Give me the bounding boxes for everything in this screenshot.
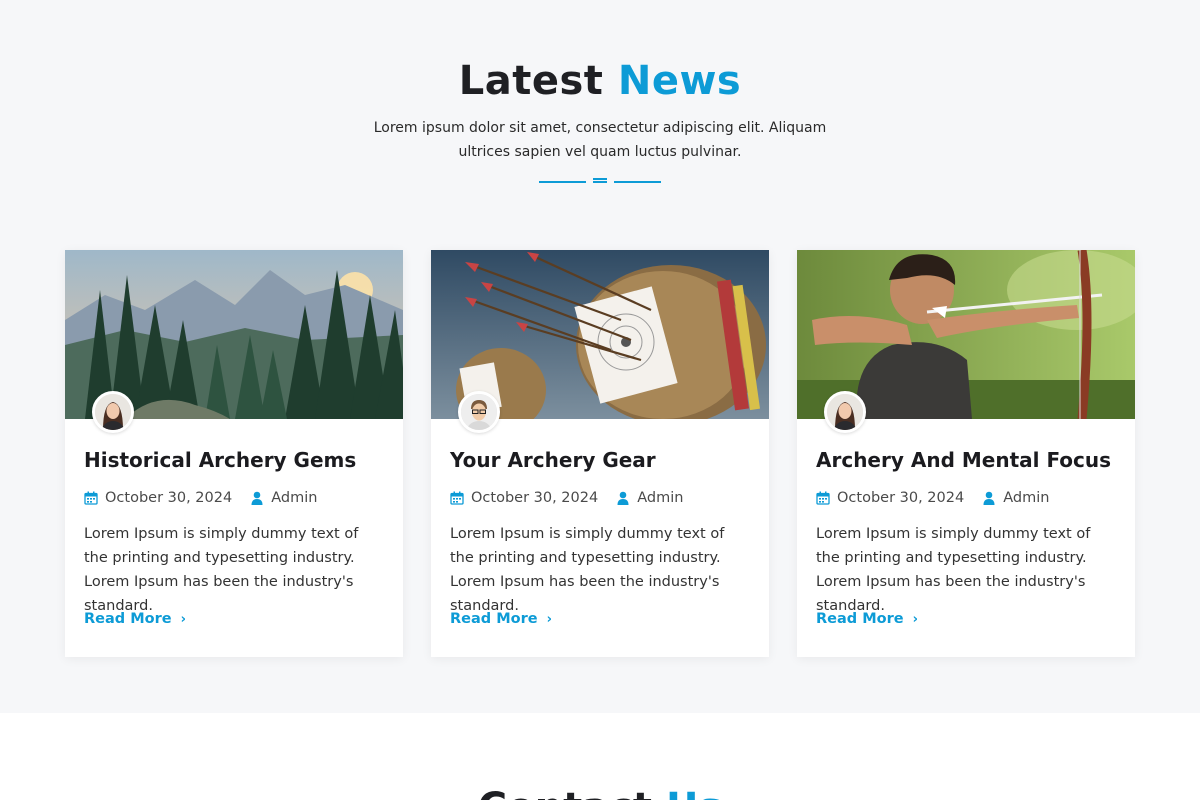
post-date: October 30, 2024 bbox=[105, 490, 233, 506]
heading-accent: News bbox=[617, 58, 742, 104]
read-more-link[interactable]: Read More › bbox=[816, 611, 918, 627]
post-title[interactable]: Historical Archery Gems bbox=[84, 448, 356, 472]
post-meta: October 30, 2024 Admin bbox=[816, 490, 1049, 506]
read-more-label: Read More bbox=[816, 611, 904, 627]
post-title[interactable]: Archery And Mental Focus bbox=[816, 448, 1111, 472]
read-more-label: Read More bbox=[450, 611, 538, 627]
calendar-icon bbox=[84, 491, 98, 505]
post-excerpt: Lorem Ipsum is simply dummy text of the … bbox=[84, 526, 359, 614]
post-date: October 30, 2024 bbox=[471, 490, 599, 506]
news-card: Your Archery Gear October 30, 2024 Admin… bbox=[431, 250, 769, 657]
section-intro: Lorem ipsum dolor sit amet, consectetur … bbox=[373, 120, 827, 160]
heading-main: Latest bbox=[458, 58, 604, 104]
contact-section: Contact Us bbox=[0, 713, 1200, 800]
calendar-icon bbox=[816, 491, 830, 505]
contact-heading-main: Contact bbox=[478, 785, 652, 800]
post-date: October 30, 2024 bbox=[837, 490, 965, 506]
news-card: Historical Archery Gems October 30, 2024… bbox=[65, 250, 403, 657]
user-icon bbox=[617, 491, 629, 505]
post-excerpt: Lorem Ipsum is simply dummy text of the … bbox=[450, 526, 725, 614]
chevron-right-icon: › bbox=[546, 611, 552, 627]
post-author[interactable]: Admin bbox=[271, 490, 317, 506]
post-title[interactable]: Your Archery Gear bbox=[450, 448, 656, 472]
user-icon bbox=[251, 491, 263, 505]
news-card: Archery And Mental Focus October 30, 202… bbox=[797, 250, 1135, 657]
contact-heading-accent: Us bbox=[666, 785, 722, 800]
post-meta: October 30, 2024 Admin bbox=[84, 490, 317, 506]
read-more-label: Read More bbox=[84, 611, 172, 627]
post-author[interactable]: Admin bbox=[637, 490, 683, 506]
user-icon bbox=[983, 491, 995, 505]
latest-news-section: Latest News Lorem ipsum dolor sit amet, … bbox=[0, 0, 1200, 713]
contact-heading: Contact Us bbox=[0, 785, 1200, 800]
calendar-icon bbox=[450, 491, 464, 505]
read-more-link[interactable]: Read More › bbox=[450, 611, 552, 627]
chevron-right-icon: › bbox=[180, 611, 186, 627]
section-heading: Latest News bbox=[0, 58, 1200, 104]
author-avatar bbox=[824, 391, 866, 433]
read-more-link[interactable]: Read More › bbox=[84, 611, 186, 627]
author-avatar bbox=[458, 391, 500, 433]
post-meta: October 30, 2024 Admin bbox=[450, 490, 683, 506]
post-author[interactable]: Admin bbox=[1003, 490, 1049, 506]
author-avatar bbox=[92, 391, 134, 433]
chevron-right-icon: › bbox=[912, 611, 918, 627]
heading-divider bbox=[539, 176, 661, 188]
post-excerpt: Lorem Ipsum is simply dummy text of the … bbox=[816, 526, 1091, 614]
